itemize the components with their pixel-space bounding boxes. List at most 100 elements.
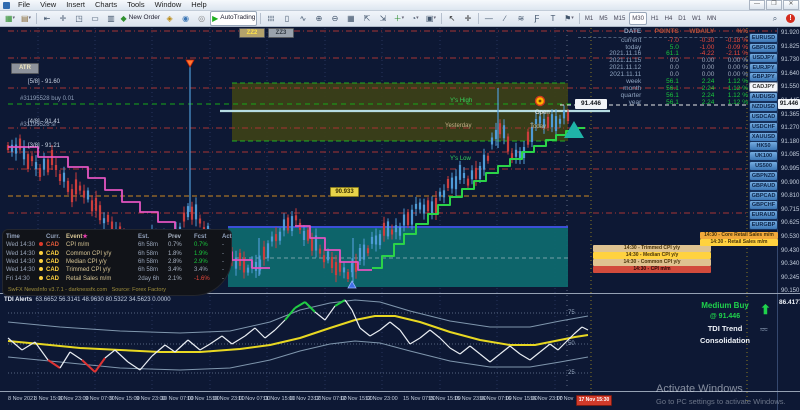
text-tool-icon[interactable]: T <box>545 12 560 25</box>
timeframe-m15[interactable]: M15 <box>611 13 628 24</box>
stats-row: 2021.11.16 61.1 -4.22 -2.11 % <box>609 50 748 58</box>
zoom-in-icon[interactable]: ⊕ <box>311 12 326 25</box>
timeframe-m1[interactable]: M1 <box>582 13 595 24</box>
symbol-button-gbpjpy[interactable]: GBPJPY <box>749 72 778 83</box>
activate-windows-text: Activate Windows <box>656 383 743 395</box>
fibo-tool-icon[interactable]: Ƒ <box>529 12 544 25</box>
chart-button-zz3[interactable]: ZZ3 <box>268 28 294 38</box>
candle-chart-icon[interactable]: ▯ <box>279 12 294 25</box>
arrange-icon: ⇱ <box>363 13 371 23</box>
timeframe-h1[interactable]: H1 <box>648 13 661 24</box>
tile-windows-icon[interactable]: ▦ <box>343 12 358 25</box>
new-chart-icon[interactable]: ▦ ▾ <box>3 12 18 25</box>
hline-tool-icon: — <box>484 13 493 23</box>
symbol-button-gbpnzd[interactable]: GBPNZD <box>749 170 778 181</box>
frame-icon[interactable]: ▭ <box>88 12 103 25</box>
symbol-button-eurgbp[interactable]: EURGBP <box>749 220 778 231</box>
atr-button[interactable]: ATR <box>11 63 39 74</box>
price-scale-tick: 90.810 <box>781 193 800 200</box>
menu-window[interactable]: Window <box>150 1 187 9</box>
channel-tool-icon[interactable]: ≋ <box>513 12 528 25</box>
bar-chart-icon[interactable]: 𝍖 <box>263 12 278 25</box>
symbol-button-hk50[interactable]: HK50 <box>749 141 778 152</box>
indicators-icon[interactable]: ＋ ▾ <box>391 12 406 25</box>
price-scale-current: 91.446 <box>778 99 800 109</box>
symbol-button-usdjpy[interactable]: USDJPY <box>749 52 778 63</box>
bookmark-icon: ◳ <box>75 13 83 23</box>
minimize-button[interactable]: — <box>749 0 765 10</box>
restore-button[interactable]: ❐ <box>766 0 782 10</box>
menu-charts[interactable]: Charts <box>90 1 122 9</box>
crosshair-icon[interactable]: ✛ <box>460 12 475 25</box>
bookmark-icon[interactable]: ◳ <box>72 12 87 25</box>
market-watch-icon[interactable]: ▥ <box>104 12 119 25</box>
scroll-chart-icon[interactable]: ⇤ <box>40 12 55 25</box>
menu-file[interactable]: File <box>13 1 35 9</box>
caret-icon: ▾ <box>28 15 32 21</box>
tile-windows-icon: ▦ <box>347 13 355 23</box>
account-icon[interactable]: ◉ <box>178 12 193 25</box>
profiles-icon[interactable]: ▤ ▾ <box>19 12 34 25</box>
news-row: Wed 14:30 CAD Trimmed CPI y/y 6h 58m 3.4% 3.4… <box>6 267 224 274</box>
menu-tools[interactable]: Tools <box>122 1 150 9</box>
murrey-level-label: [3/8] - 91.21 <box>28 143 61 149</box>
trendline-tool-icon[interactable]: ∕ <box>497 12 512 25</box>
web-icon[interactable]: ◎ <box>194 12 209 25</box>
arrange-icon[interactable]: ⇱ <box>359 12 374 25</box>
news-calendar-panel: Time Curr. Event★ Est. Prev Fcst Act Wed… <box>2 229 232 296</box>
trendline-tool-icon: ∕ <box>504 13 506 23</box>
currency-bullet-icon <box>39 250 43 255</box>
expert-icon[interactable]: ◈ <box>162 12 177 25</box>
symbol-button-eurjpy[interactable]: EURJPY <box>749 62 778 73</box>
close-button[interactable]: ✕ <box>783 0 799 10</box>
timeframe-mn[interactable]: MN <box>704 13 718 24</box>
tdi-level-label: 75 <box>568 310 575 316</box>
cascade-icon[interactable]: ⇲ <box>375 12 390 25</box>
timeframe-m30[interactable]: M30 <box>628 12 648 25</box>
periods-icon[interactable]: ◔ ▾ <box>407 12 422 25</box>
currency-bullet-icon <box>39 259 43 264</box>
chart-shift-icon[interactable]: ✛ <box>56 12 71 25</box>
current-time-tag: 17 Nov 15:30 <box>576 395 612 406</box>
templates-icon[interactable]: ▣ ▾ <box>423 12 438 25</box>
price-scale-tick: 90.150 <box>781 288 800 295</box>
candle-chart-icon: ▯ <box>284 13 290 23</box>
shapes-tool-icon[interactable]: ⚑ ▾ <box>561 12 576 25</box>
symbol-button-euraud[interactable]: EURAUD <box>749 210 778 221</box>
new-order-button[interactable]: ◆ New Order <box>120 12 162 25</box>
symbol-button-gbpaud[interactable]: GBPAUD <box>749 180 778 191</box>
symbol-button-usdchf[interactable]: USDCHF <box>749 121 778 132</box>
alert-badge[interactable]: ! <box>786 14 795 23</box>
line-chart-icon[interactable]: ∿ <box>295 12 310 25</box>
autotrading-button[interactable]: ▶ AutoTrading <box>210 11 258 26</box>
symbol-button-xauusd[interactable]: XAUUSD <box>749 131 778 142</box>
symbol-button-gbpchf[interactable]: GBPCHF <box>749 200 778 211</box>
symbol-button-uk100[interactable]: UK100 <box>749 151 778 162</box>
news-row: Wed 14:30 CAD Median CPI y/y 6h 58m 2.8% 2.9%… <box>6 259 224 266</box>
timeframe-h4[interactable]: H4 <box>662 13 675 24</box>
menu-help[interactable]: Help <box>186 1 211 9</box>
timeframe-m5[interactable]: M5 <box>597 13 610 24</box>
symbol-button-cadjpy[interactable]: CADJPY <box>749 82 778 93</box>
symbol-button-audusd[interactable]: AUDUSD <box>749 92 778 103</box>
search-icon[interactable]: ⌕ <box>768 12 783 25</box>
cursor-icon[interactable]: ↖ <box>444 12 459 25</box>
menu-insert[interactable]: Insert <box>61 1 90 9</box>
toolbar-separator <box>578 13 580 24</box>
symbol-button-us500[interactable]: US500 <box>749 161 778 172</box>
symbol-button-gbpusd[interactable]: GBPUSD <box>749 42 778 53</box>
zoom-out-icon: ⊖ <box>331 13 339 23</box>
symbol-button-usdcad[interactable]: USDCAD <box>749 111 778 122</box>
timeframe-w1[interactable]: W1 <box>689 13 703 24</box>
symbol-button-gbpcad[interactable]: GBPCAD <box>749 190 778 201</box>
hline-tool-icon[interactable]: — <box>481 12 496 25</box>
daily-stats-table: DATE POINTS WDAILY %% current -7.0 -0.30 -0… <box>578 28 748 106</box>
zoom-out-icon[interactable]: ⊖ <box>327 12 342 25</box>
price-scale-tick: 91.730 <box>781 57 800 64</box>
symbol-button-nzdusd[interactable]: NZDUSD <box>749 101 778 112</box>
menu-view[interactable]: View <box>35 1 61 9</box>
timeframe-d1[interactable]: D1 <box>676 13 689 24</box>
news-alert-label: 14:30 - Trimmed CPI y/y <box>593 245 711 252</box>
chart-button-zz2[interactable]: ZZ2 <box>239 28 265 38</box>
symbol-button-eurusd[interactable]: EURUSD <box>749 33 778 43</box>
